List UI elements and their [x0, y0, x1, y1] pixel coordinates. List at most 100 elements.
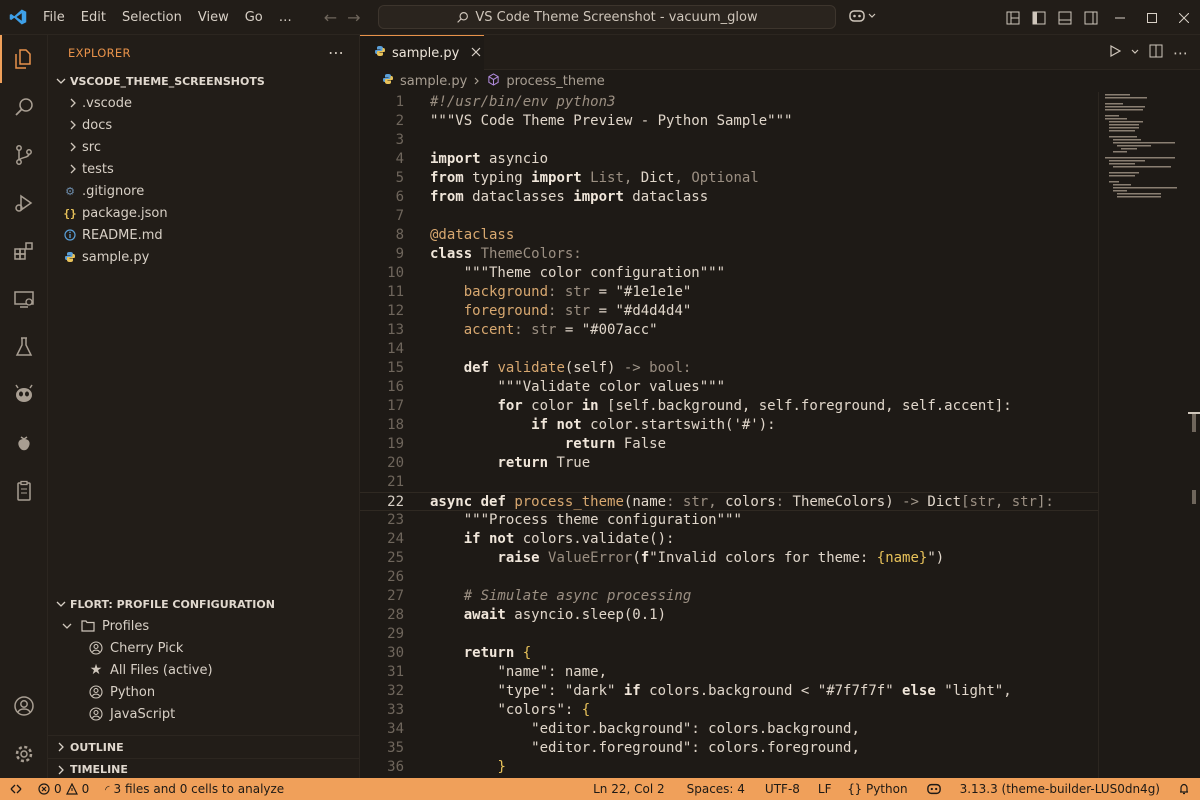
code-line[interactable]: 31 "name": name,	[360, 663, 1098, 682]
file-readme[interactable]: README.md	[48, 224, 359, 246]
outline-header[interactable]: OUTLINE	[48, 736, 359, 758]
run-debug-icon[interactable]	[0, 179, 48, 227]
profiles-group[interactable]: Profiles	[48, 615, 359, 637]
code-line[interactable]: 25 raise ValueError(f"Invalid colors for…	[360, 549, 1098, 568]
code-line[interactable]: 34 "editor.background": colors.backgroun…	[360, 720, 1098, 739]
code-line[interactable]: 3	[360, 131, 1098, 150]
layout-customize-icon[interactable]	[1000, 0, 1026, 35]
folder-docs[interactable]: docs	[48, 114, 359, 136]
profile-cherry-pick[interactable]: Cherry Pick	[48, 637, 359, 659]
menu-go[interactable]: Go	[237, 0, 271, 35]
toggle-primary-sidebar-icon[interactable]	[1026, 0, 1052, 35]
menu-selection[interactable]: Selection	[114, 0, 190, 35]
code-line[interactable]: 17 for color in [self.background, self.f…	[360, 397, 1098, 416]
search-view-icon[interactable]	[0, 83, 48, 131]
problems-indicator[interactable]: 0 0	[30, 782, 97, 796]
menu-edit[interactable]: Edit	[73, 0, 114, 35]
settings-gear-icon[interactable]	[0, 730, 48, 778]
analysis-status[interactable]: ◜ 3 files and 0 cells to analyze	[97, 782, 292, 796]
code-line[interactable]: 9 class ThemeColors:	[360, 245, 1098, 264]
maximize-icon[interactable]	[1136, 0, 1168, 35]
file-package-json[interactable]: {} package.json	[48, 202, 359, 224]
close-tab-icon[interactable]	[471, 46, 481, 61]
encoding[interactable]: UTF-8	[755, 782, 810, 796]
code-line[interactable]: 18 if not color.startswith('#'):	[360, 416, 1098, 435]
code-line[interactable]: 2 """VS Code Theme Preview - Python Sampl…	[360, 112, 1098, 131]
back-arrow-icon[interactable]: ←	[324, 8, 337, 27]
language-mode[interactable]: {} Python	[840, 782, 916, 796]
workspace-section-header[interactable]: VSCODE_THEME_SCREENSHOTS	[48, 70, 359, 92]
profile-python[interactable]: Python	[48, 681, 359, 703]
code-line[interactable]: 19 return False	[360, 435, 1098, 454]
toggle-panel-icon[interactable]	[1052, 0, 1078, 35]
run-python-icon[interactable]	[1109, 44, 1122, 61]
profile-all-files[interactable]: ★ All Files (active)	[48, 659, 359, 681]
code-line[interactable]: 7	[360, 207, 1098, 226]
breadcrumb-symbol[interactable]: process_theme	[506, 74, 604, 89]
code-line[interactable]: 15 def validate(self) -> bool:	[360, 359, 1098, 378]
code-line[interactable]: 23 """Process theme configuration"""	[360, 511, 1098, 530]
code-line[interactable]: 8 @dataclass	[360, 226, 1098, 245]
folder-vscode[interactable]: .vscode	[48, 92, 359, 114]
code-line[interactable]: 11 background: str = "#1e1e1e"	[360, 283, 1098, 302]
code-line[interactable]: 5 from typing import List, Dict, Optional	[360, 169, 1098, 188]
code-line[interactable]: 14	[360, 340, 1098, 359]
code-line[interactable]: 21	[360, 473, 1098, 492]
file-gitignore[interactable]: ⚙ .gitignore	[48, 180, 359, 202]
code-line[interactable]: 32 "type": "dark" if colors.background <…	[360, 682, 1098, 701]
code-line[interactable]: 28 await asyncio.sleep(0.1)	[360, 606, 1098, 625]
accounts-icon[interactable]	[0, 682, 48, 730]
cursor-position[interactable]: Ln 22, Col 2	[581, 782, 677, 796]
menu-view[interactable]: View	[190, 0, 237, 35]
code-line[interactable]: 36 }	[360, 758, 1098, 777]
remote-explorer-icon[interactable]	[0, 275, 48, 323]
editor-scrollbar[interactable]	[1188, 92, 1200, 778]
clipboard-extension-icon[interactable]	[0, 467, 48, 515]
source-control-icon[interactable]	[0, 131, 48, 179]
code-line[interactable]: 26	[360, 568, 1098, 587]
code-line[interactable]: 12 foreground: str = "#d4d4d4"	[360, 302, 1098, 321]
forward-arrow-icon[interactable]: →	[347, 8, 360, 27]
copilot-status[interactable]	[916, 782, 952, 796]
chevron-down-icon[interactable]	[1131, 45, 1139, 60]
strawberry-extension-icon[interactable]	[0, 419, 48, 467]
code-line[interactable]: 27 # Simulate async processing	[360, 587, 1098, 606]
close-window-icon[interactable]	[1168, 0, 1200, 35]
command-center-search[interactable]: VS Code Theme Screenshot - vacuum_glow	[378, 5, 836, 29]
more-actions-icon[interactable]: ⋯	[328, 43, 345, 62]
alien-extension-icon[interactable]	[0, 371, 48, 419]
breadcrumb-file[interactable]: sample.py	[400, 74, 467, 89]
file-sample-py[interactable]: sample.py	[48, 246, 359, 268]
code-line[interactable]: 22 async def process_theme(name: str, col…	[360, 492, 1098, 511]
testing-flask-icon[interactable]	[0, 323, 48, 371]
folder-tests[interactable]: tests	[48, 158, 359, 180]
explorer-icon[interactable]	[0, 35, 48, 83]
split-editor-icon[interactable]	[1149, 44, 1163, 62]
code-line[interactable]: 6 from dataclasses import dataclass	[360, 188, 1098, 207]
code-line[interactable]: 16 """Validate color values"""	[360, 378, 1098, 397]
more-actions-icon[interactable]: ⋯	[1173, 44, 1188, 62]
code-line[interactable]: 13 accent: str = "#007acc"	[360, 321, 1098, 340]
line-ending[interactable]: LF	[810, 782, 840, 796]
copilot-menu[interactable]	[848, 8, 876, 24]
minimize-icon[interactable]	[1104, 0, 1136, 35]
menu-file[interactable]: File	[35, 0, 73, 35]
remote-indicator[interactable]	[0, 783, 30, 795]
code-line[interactable]: 20 return True	[360, 454, 1098, 473]
profile-section-header[interactable]: FLORT: PROFILE CONFIGURATION	[48, 593, 359, 615]
code-line[interactable]: 24 if not colors.validate():	[360, 530, 1098, 549]
code-line[interactable]: 10 """Theme color configuration"""	[360, 264, 1098, 283]
timeline-header[interactable]: TIMELINE	[48, 758, 359, 780]
indentation[interactable]: Spaces: 4	[677, 782, 755, 796]
code-line[interactable]: 30 return {	[360, 644, 1098, 663]
code-line[interactable]: 4 import asyncio	[360, 150, 1098, 169]
menu-more[interactable]: …	[271, 0, 300, 35]
code-editor[interactable]: 1 #!/usr/bin/env python3 2 """VS Code Theme…	[360, 92, 1098, 778]
toggle-secondary-sidebar-icon[interactable]	[1078, 0, 1104, 35]
folder-src[interactable]: src	[48, 136, 359, 158]
minimap[interactable]	[1098, 92, 1188, 778]
code-line[interactable]: 35 "editor.foreground": colors.foregroun…	[360, 739, 1098, 758]
notifications-bell-icon[interactable]	[1168, 783, 1200, 795]
extensions-icon[interactable]	[0, 227, 48, 275]
python-interpreter[interactable]: 3.13.3 (theme-builder-LUS0dn4g)	[952, 782, 1168, 796]
